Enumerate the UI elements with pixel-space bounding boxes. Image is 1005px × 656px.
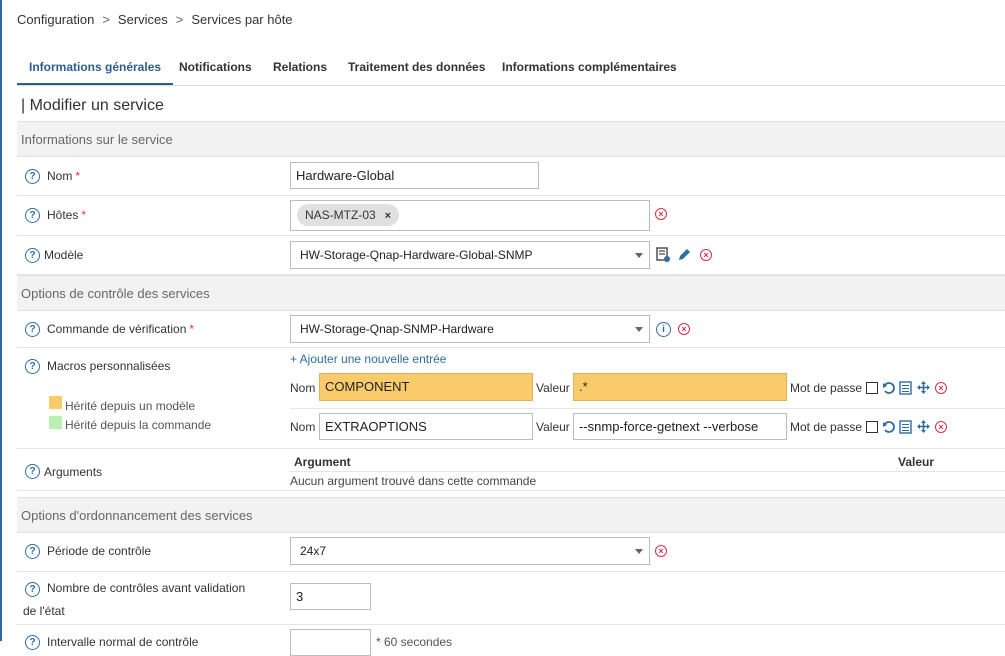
macro-password-checkbox[interactable] [866,382,878,394]
host-chip[interactable]: NAS-MTZ-03 × [297,204,400,226]
tab-bar: Informations générales Notifications Rel… [17,52,1005,86]
check-period-select[interactable]: 24x7 [290,537,650,565]
chevron-down-icon [635,327,643,332]
tab-traitement-donnees[interactable]: Traitement des données [336,52,497,83]
row-hosts: ? Hôtes * NAS-MTZ-03 × × [17,196,1005,236]
macro-value-label: Valeur [536,381,570,395]
help-icon[interactable]: ? [25,208,40,223]
host-chip-label: NAS-MTZ-03 [305,208,376,222]
edit-pencil-icon[interactable] [677,247,692,262]
hosts-label: Hôtes * [47,208,87,222]
tab-notifications[interactable]: Notifications [167,52,264,83]
section-control-options: Options de contrôle des services [17,275,1005,311]
page-title: | Modifier un service [21,97,164,114]
clear-check-command-icon[interactable]: × [678,323,690,335]
help-icon[interactable]: ? [25,464,40,479]
macro-value-input[interactable]: --snmp-force-getnext --verbose [573,413,787,440]
template-select[interactable]: HW-Storage-Qnap-Hardware-Global-SNMP [290,241,650,269]
arguments-label: Arguments [44,465,103,479]
normal-interval-label: Intervalle normal de contrôle [47,635,199,649]
breadcrumb-services[interactable]: Services [118,12,168,27]
arguments-divider [290,471,1005,472]
max-check-attempts-input[interactable]: 3 [290,583,371,610]
help-icon[interactable]: ? [25,248,40,263]
row-max-check-attempts: ? Nombre de contrôles avant validation d… [17,572,1005,625]
breadcrumb-services-par-hote[interactable]: Services par hôte [191,12,292,27]
check-period-label: Période de contrôle [47,544,152,558]
revert-icon[interactable] [882,420,896,434]
macro-value-input[interactable]: .* [573,373,787,401]
macro-name-label: Nom [290,420,316,434]
breadcrumb-separator: > [175,12,184,27]
chevron-down-icon [635,253,643,258]
help-icon[interactable]: ? [25,544,40,559]
info-icon[interactable]: i [656,322,671,337]
arguments-col-value: Valeur [898,455,935,469]
normal-interval-suffix: * 60 secondes [376,635,453,649]
arguments-col-argument: Argument [294,455,351,469]
legend-template-inherited: Hérité depuis un modèle [65,399,196,413]
row-macros: ? Macros personnalisées + Ajouter une no… [17,348,1005,449]
chip-remove-icon[interactable]: × [385,210,391,222]
move-arrows-icon[interactable] [916,419,931,434]
macro-value-label: Valeur [536,420,570,434]
section-service-info: Informations sur le service [17,121,1005,157]
row-name: ? Nom * Hardware-Global [17,157,1005,196]
help-icon[interactable]: ? [25,359,40,374]
check-command-select[interactable]: HW-Storage-Qnap-SNMP-Hardware [290,315,650,343]
clear-check-period-icon[interactable]: × [655,545,667,557]
command-inherited-swatch [49,416,62,429]
macro-password-label: Mot de passe [790,420,863,434]
template-inherited-swatch [49,396,62,409]
tab-informations-generales[interactable]: Informations générales [17,52,174,85]
chevron-down-icon [635,549,643,554]
help-icon[interactable]: ? [25,322,40,337]
name-input[interactable]: Hardware-Global [290,162,539,189]
tab-informations-complementaires[interactable]: Informations complémentaires [490,52,689,83]
section-scheduling-options: Options d'ordonnancement des services [17,497,1005,533]
row-check-period: ? Période de contrôle 24x7 × [17,533,1005,572]
remove-macro-icon[interactable]: × [935,421,947,433]
template-select-value: HW-Storage-Qnap-Hardware-Global-SNMP [300,248,533,262]
macro-divider [290,408,1005,409]
row-arguments: ? Arguments Argument Valeur Aucun argume… [17,449,1005,491]
template-label: Modèle [44,248,84,262]
name-label: Nom * [47,169,81,183]
breadcrumb-separator: > [102,12,110,27]
clear-template-icon[interactable]: × [700,249,712,261]
row-normal-interval: ? Intervalle normal de contrôle * 60 sec… [17,625,1005,656]
check-period-select-value: 24x7 [300,544,327,558]
macro-password-label: Mot de passe [790,381,863,395]
row-template: ? Modèle HW-Storage-Qnap-Hardware-Global… [17,236,1005,275]
help-icon[interactable]: ? [25,169,40,184]
breadcrumb-configuration[interactable]: Configuration [17,12,94,27]
max-check-attempts-label-cont: de l'état [23,604,65,618]
revert-icon[interactable] [882,381,896,395]
help-icon[interactable]: ? [25,635,40,650]
check-command-select-value: HW-Storage-Qnap-SNMP-Hardware [300,322,494,336]
hosts-multiselect[interactable]: NAS-MTZ-03 × [290,200,650,231]
arguments-empty-text: Aucun argument trouvé dans cette command… [290,474,537,488]
macro-name-input[interactable]: EXTRAOPTIONS [319,413,533,440]
row-check-command: ? Commande de vérification * HW-Storage-Q… [17,311,1005,348]
clear-hosts-icon[interactable]: × [655,208,667,220]
help-icon[interactable]: ? [25,582,40,597]
template-details-icon[interactable] [656,247,672,263]
add-macro-link[interactable]: + Ajouter une nouvelle entrée [290,352,446,366]
macro-name-label: Nom [290,381,316,395]
macros-label: Macros personnalisées [47,359,171,373]
breadcrumb: Configuration > Services > Services par hôte [17,12,293,27]
remove-macro-icon[interactable]: × [935,382,947,394]
move-arrows-icon[interactable] [916,380,931,395]
normal-interval-input[interactable] [290,629,371,656]
check-command-label: Commande de vérification * [47,322,195,336]
macro-name-input[interactable]: COMPONENT [319,373,533,401]
max-check-attempts-label: Nombre de contrôles avant validation [47,581,246,595]
description-icon[interactable] [899,420,912,434]
left-nav-bar [0,0,2,641]
legend-command-inherited: Hérité depuis la commande [65,418,212,432]
description-icon[interactable] [899,381,912,395]
tab-relations[interactable]: Relations [261,52,339,83]
macro-password-checkbox[interactable] [866,421,878,433]
